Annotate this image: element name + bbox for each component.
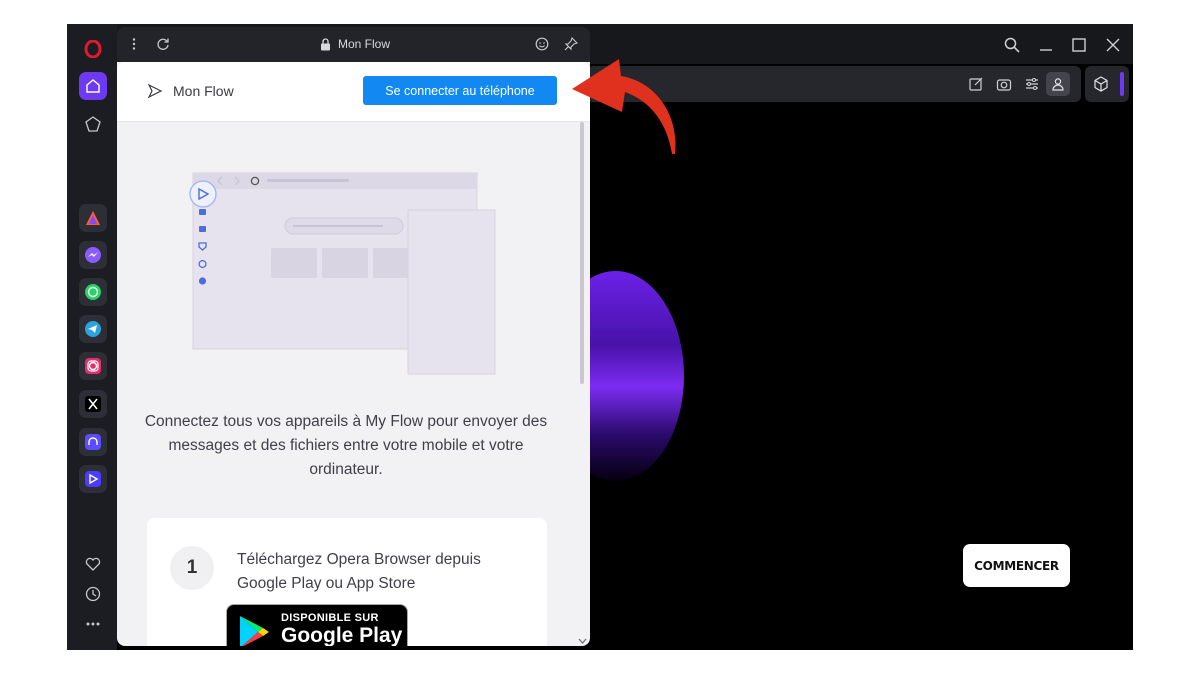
more-icon[interactable] [79,610,107,638]
extensions-cube-icon[interactable] [1093,76,1109,97]
google-play-big-text: Google Play [281,624,403,646]
search-icon[interactable] [1001,34,1023,56]
snapshot-edit-icon[interactable] [968,76,984,97]
whatsapp-icon[interactable] [79,278,107,306]
profile-icon[interactable] [1046,72,1070,96]
pin-icon[interactable] [564,36,579,54]
panel-description: Connectez tous vos appareils à My Flow p… [144,413,548,478]
step-card: 1 Téléchargez Opera Browser depuis Googl… [147,518,547,646]
easy-setup-icon[interactable] [1024,76,1040,97]
x-icon[interactable] [79,390,107,418]
step-number: 1 [170,546,214,590]
pinboard-icon[interactable] [79,110,107,138]
minimize-icon[interactable] [1035,34,1057,56]
history-icon[interactable] [79,580,107,608]
panel-header: Mon Flow [117,27,590,63]
extensions-area [1085,66,1129,102]
aria-icon[interactable] [79,204,107,232]
opera-logo-icon[interactable] [79,35,107,63]
messenger-icon[interactable] [79,241,107,269]
google-play-small-text: DISPONIBLE SUR [281,612,379,624]
browser-window: COMMENCER Mon Flow Mon Flow Se connecter… [67,24,1133,650]
heart-icon[interactable] [79,550,107,578]
flow-icon[interactable] [79,465,107,493]
emoji-icon[interactable] [535,37,549,54]
commencer-button[interactable]: COMMENCER [963,544,1070,587]
sidebar [67,24,117,650]
camera-icon[interactable] [996,76,1012,97]
scroll-down-icon[interactable] [578,632,587,646]
browser-illustration [189,172,496,375]
web-page: COMMENCER [587,104,1133,650]
my-flow-panel: Mon Flow Se connecter au téléphone Conne… [117,62,590,646]
music-player-icon[interactable] [79,428,107,456]
sidebar-accent [1120,72,1124,96]
connect-phone-button[interactable]: Se connecter au téléphone [363,76,557,105]
google-play-icon [240,616,269,646]
instagram-icon[interactable] [79,352,107,380]
close-icon[interactable] [1102,34,1124,56]
annotation-arrow-icon [572,59,676,154]
hero-graphic [587,271,684,481]
google-play-badge[interactable]: DISPONIBLE SUR Google Play [226,604,408,646]
home-icon[interactable] [79,72,107,100]
panel-header-title: Mon Flow [338,37,391,51]
panel-menu-icon[interactable] [129,37,139,54]
flow-send-icon [147,83,163,104]
lock-icon [320,38,331,54]
telegram-icon[interactable] [79,315,107,343]
panel-title: Mon Flow [173,83,234,99]
reload-icon[interactable] [156,37,170,54]
maximize-icon[interactable] [1068,34,1090,56]
step-text: Téléchargez Opera Browser depuis Google … [237,551,481,592]
panel-toolbar: Mon Flow Se connecter au téléphone [117,62,590,122]
